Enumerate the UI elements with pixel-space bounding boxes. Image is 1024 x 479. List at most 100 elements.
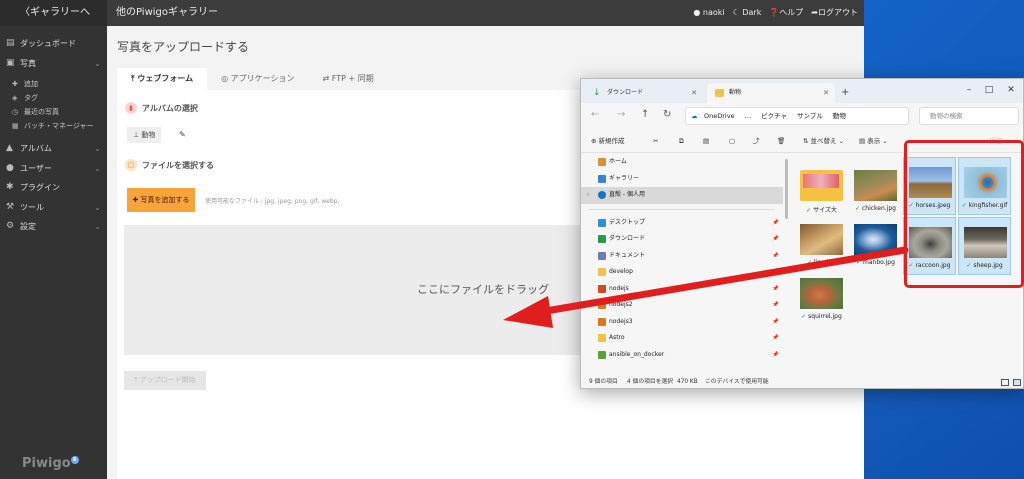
admin-sidebar: ▤ ダッシュボード ▣ 写真 ⌄ ✚ 追加 ◈ タグ ◷ 最近の写真 ▦ バッチ・マネージャー… [0, 26, 107, 479]
close-icon[interactable]: ✕ [1001, 83, 1021, 97]
navigation-pane: ホーム ギャラリー › 直殻 - 個人用 デスクトップ 📌 ダウンロード 📌 ドキュメ… [581, 154, 783, 376]
nav-item-gallery[interactable]: ギャラリー [581, 171, 783, 188]
files-section-heading: ▢ ファイルを選択する [125, 159, 214, 171]
rename-icon[interactable]: ▢ [729, 129, 735, 153]
tab-webform[interactable]: ⤒ ウェブフォーム [117, 68, 208, 90]
logout-icon: ➦ [811, 8, 818, 17]
close-icon[interactable]: ✕ [823, 83, 829, 103]
add-photos-button[interactable]: ✚ 写真を追加する [127, 188, 195, 212]
folder-icon [598, 317, 606, 326]
large-icons-view-icon[interactable] [1013, 379, 1021, 386]
tab-application[interactable]: ◎ アプリケーション [207, 68, 308, 90]
minimize-icon[interactable]: – [959, 83, 979, 97]
sidebar-item-photos[interactable]: ▣ 写真 ⌄ [0, 54, 107, 74]
subitem-label: 最近の写真 [24, 108, 59, 116]
pin-icon: 📌 [772, 318, 779, 325]
search-input[interactable]: 動物の検索 [919, 107, 1019, 125]
sidebar-item-tools[interactable]: ⚒ ツール ⌄ [0, 198, 107, 218]
delete-icon[interactable]: 🗑 [777, 129, 785, 153]
nav-label: ドキュメント [609, 251, 646, 259]
file-label: サイズ大 [813, 207, 837, 214]
theme-toggle[interactable]: ☾ Dark [733, 0, 762, 26]
view-button[interactable]: ▤ 表示 ⌄ [859, 129, 888, 153]
maximize-icon[interactable]: □ [979, 83, 999, 97]
back-arrow-icon[interactable]: ← [591, 109, 599, 120]
sidebar-item-settings[interactable]: ⚙ 設定 ⌄ [0, 217, 107, 237]
breadcrumb-item[interactable]: ピクチャ [761, 108, 787, 124]
forward-arrow-icon[interactable]: → [617, 109, 625, 120]
up-arrow-icon[interactable]: ↑ [641, 109, 649, 120]
wrench-icon: ⚒ [6, 201, 15, 212]
nav-item-nodejs3[interactable]: nodejs3 📌 [581, 314, 783, 331]
squirrel-thumbnail [800, 278, 843, 309]
nav-item-desktop[interactable]: デスクトップ 📌 [581, 215, 783, 232]
refresh-icon[interactable]: ↻ [663, 109, 671, 120]
folder-icon [598, 301, 606, 309]
nav-item-ansible[interactable]: ansible_on_docker 📌 [581, 347, 783, 364]
close-icon[interactable]: ✕ [691, 83, 697, 103]
explorer-tab-animals[interactable]: 動物 ✕ [707, 83, 835, 103]
nav-label: ansible_on_docker [609, 350, 665, 358]
nav-item-home[interactable]: ホーム [581, 154, 783, 171]
cut-icon[interactable]: ✂ [653, 129, 658, 153]
sidebar-subitem-batch[interactable]: ▦ バッチ・マネージャー [0, 119, 107, 133]
tab-ftp-sync[interactable]: ⇄ FTP + 同期 [308, 68, 387, 90]
file-name: ✓ サイズ大 [795, 205, 848, 214]
sidebar-subitem-add[interactable]: ✚ 追加 [0, 77, 107, 91]
sidebar-item-plugins[interactable]: ✱ プラグイン [0, 178, 107, 198]
pencil-icon[interactable]: ✎ [179, 127, 186, 143]
paste-icon[interactable]: ▤ [703, 129, 709, 153]
breadcrumb-item[interactable]: OneDrive [704, 108, 735, 124]
nav-item-develop[interactable]: develop 📌 [581, 264, 783, 281]
explorer-tabbar: ↓ ダウンロード ✕ 動物 ✕ + – □ ✕ [581, 79, 1023, 103]
address-breadcrumb[interactable]: ☁ OneDrive … ピクチャ サンプル 動物 [685, 107, 909, 125]
copy-icon[interactable]: ⧉ [679, 129, 684, 153]
section-label: アルバムの選択 [142, 103, 198, 113]
dashboard-icon: ▤ [6, 38, 15, 48]
sidebar-item-dashboard[interactable]: ▤ ダッシュボード [0, 34, 107, 54]
file-item-chicken[interactable]: ✓ chicken.jpg [849, 161, 902, 219]
file-item-large-folder[interactable]: ✓ サイズ大 [795, 161, 848, 219]
share-icon[interactable]: ⤴ [753, 129, 760, 153]
sidebar-item-albums[interactable]: ▲ アルバム ⌄ [0, 139, 107, 159]
sidebar-subitem-recent[interactable]: ◷ 最近の写真 [0, 105, 107, 119]
folder-icon [598, 334, 606, 342]
chevron-right-icon: › [587, 191, 590, 198]
page-title: 写真をアップロードする [117, 40, 250, 54]
nav-item-nodejs[interactable]: nodejs 📌 [581, 281, 783, 298]
admin-topbar: 〈ギャラリーへ 他のPiwigoギャラリー ● naoki ☾ Dark ❓ヘル… [0, 0, 864, 26]
breadcrumb-item[interactable]: 動物 [833, 108, 846, 124]
chicken-thumbnail [854, 170, 897, 201]
breadcrumb-item[interactable]: サンプル [797, 108, 823, 124]
breadcrumb-item[interactable]: … [745, 108, 752, 124]
selected-album-chip[interactable]: ⊥ 動物 [127, 127, 162, 143]
folder-icon [598, 268, 606, 276]
sidebar-item-users[interactable]: ● ユーザー ⌄ [0, 159, 107, 179]
sidebar-subitem-tags[interactable]: ◈ タグ [0, 91, 107, 105]
file-item-manbo[interactable]: ✓ manbo.jpg [849, 215, 902, 273]
details-view-icon[interactable] [1001, 379, 1009, 386]
nav-item-onedrive[interactable]: › 直殻 - 個人用 [581, 187, 783, 204]
new-button[interactable]: ⊕ 新規作成 [591, 129, 625, 153]
nav-item-downloads[interactable]: ダウンロード 📌 [581, 231, 783, 248]
sort-button[interactable]: ⇅ 並べ替え ⌄ [803, 129, 844, 153]
gallery-title[interactable]: 他のPiwigoギャラリー [116, 0, 218, 26]
help-link[interactable]: ❓ヘルプ [769, 0, 803, 26]
tag-icon: ◈ [12, 94, 18, 102]
file-item-squirrel[interactable]: ✓ squirrel.jpg [795, 269, 848, 327]
nav-item-documents[interactable]: ドキュメント 📌 [581, 248, 783, 265]
back-to-gallery-link[interactable]: 〈ギャラリーへ [0, 0, 107, 26]
new-tab-button[interactable]: + [841, 83, 849, 103]
navpane-scrollbar[interactable] [785, 159, 788, 219]
selected-size: 470 KB [677, 379, 698, 385]
user-link[interactable]: ● naoki [693, 0, 724, 26]
folder-icon: ▮ [125, 102, 137, 114]
logout-link[interactable]: ➦ログアウト [811, 0, 858, 26]
pin-icon: 📌 [772, 236, 779, 242]
explorer-tab-downloads[interactable]: ↓ ダウンロード ✕ [585, 83, 703, 103]
nav-label: nodejs [609, 284, 629, 292]
nav-item-nodejs2[interactable]: nodejs2 📌 [581, 297, 783, 314]
nav-item-astro[interactable]: Astro 📌 [581, 330, 783, 347]
start-upload-button[interactable]: ⤒ アップロード開始 [124, 371, 206, 390]
file-item-lion[interactable]: ✓ lion.jpg [795, 215, 848, 273]
